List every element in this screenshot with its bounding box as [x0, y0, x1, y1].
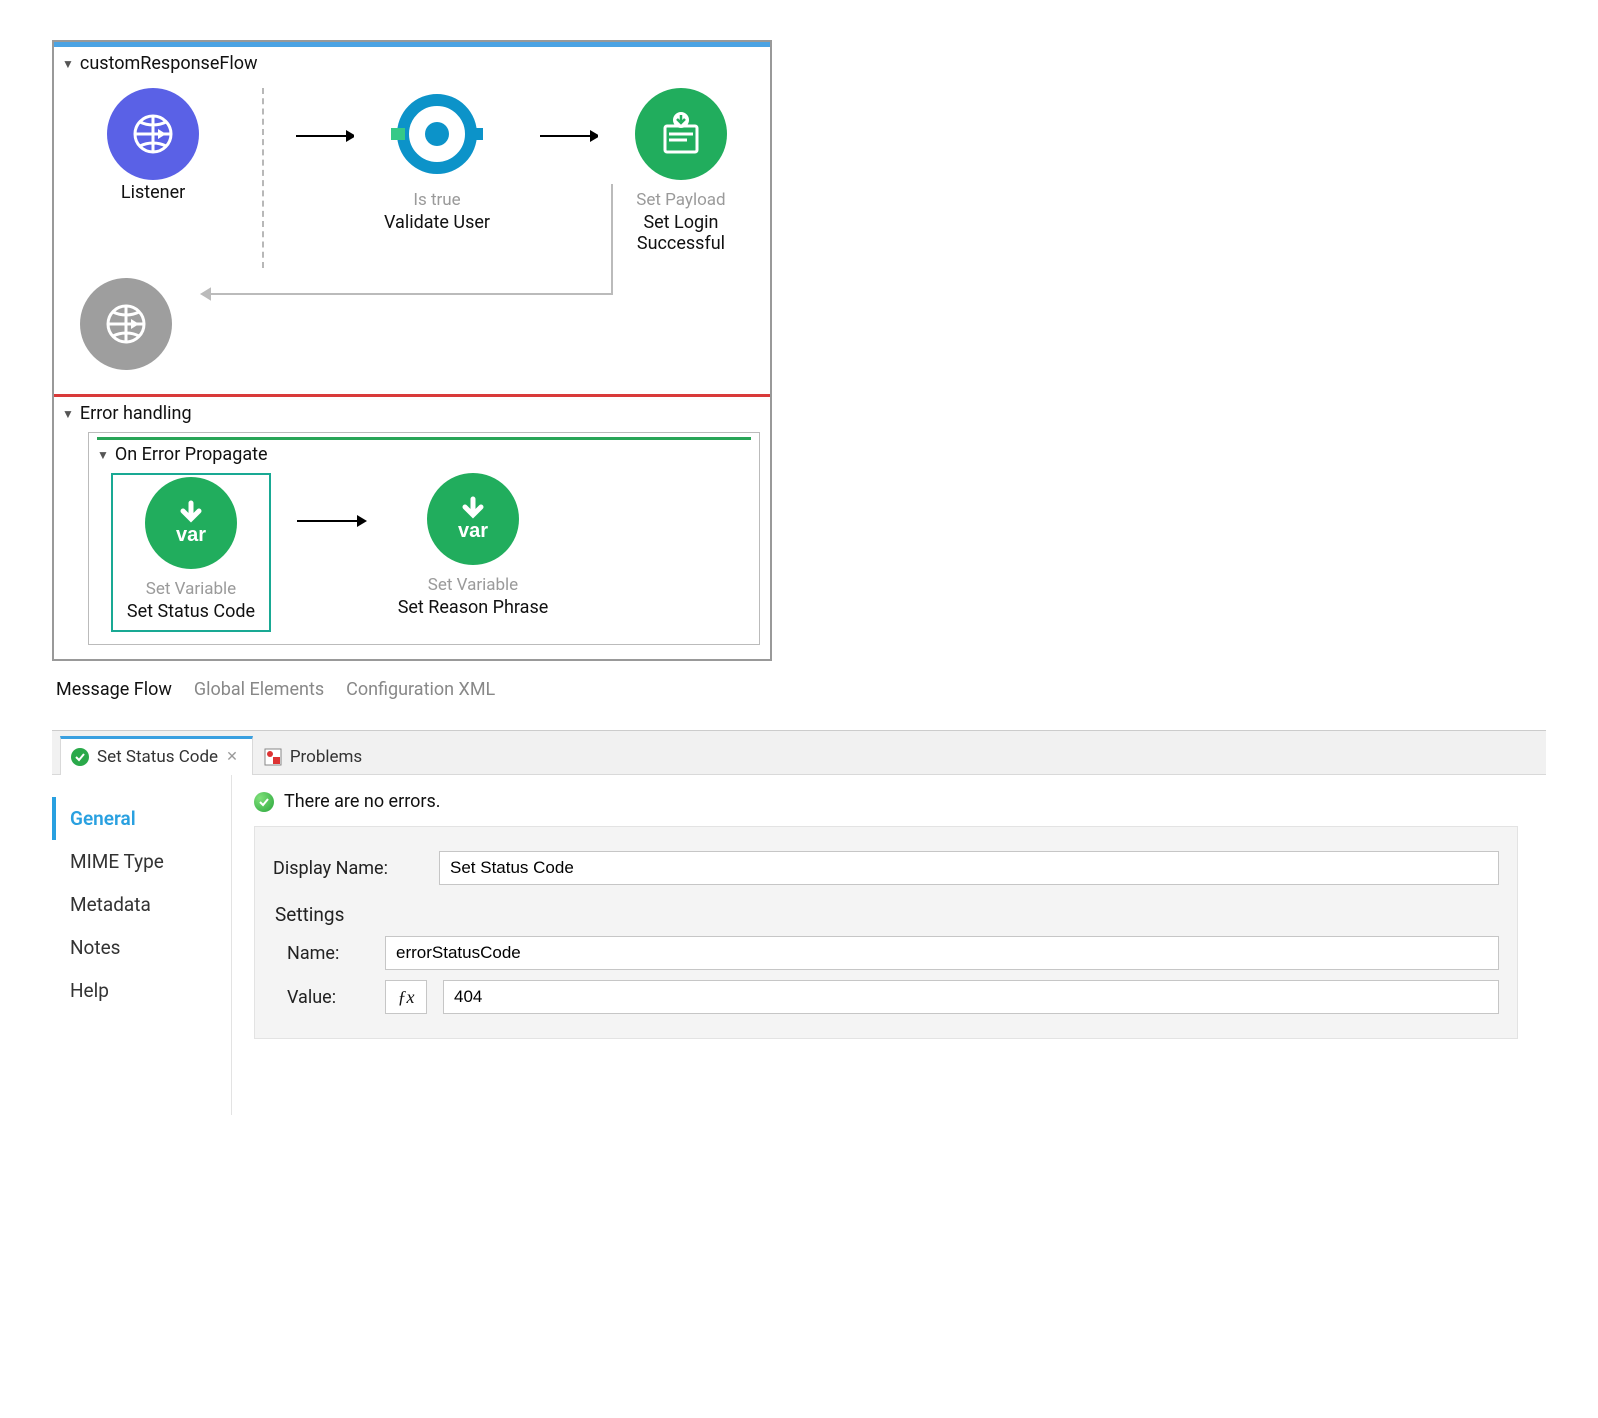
set-status-code-node[interactable]: var Set Variable Set Status Code — [111, 473, 271, 632]
nav-notes[interactable]: Notes — [52, 926, 231, 969]
value-label: Value: — [287, 987, 369, 1008]
fx-button[interactable]: ƒx — [385, 980, 427, 1014]
collapse-icon[interactable]: ▼ — [62, 407, 74, 421]
node-label: Set Login Successful — [604, 212, 758, 254]
properties-sidenav: General MIME Type Metadata Notes Help — [52, 775, 232, 1115]
set-variable-icon: var — [427, 473, 519, 565]
validation-status: There are no errors. — [254, 791, 1518, 812]
error-scope[interactable]: ▼ On Error Propagate var Set Variable Se… — [88, 432, 760, 645]
scope-title: On Error Propagate — [115, 444, 268, 465]
return-connector — [182, 184, 622, 304]
node-label: Set Reason Phrase — [398, 597, 549, 618]
problems-icon — [264, 748, 282, 766]
close-icon[interactable]: ✕ — [226, 749, 238, 765]
set-payload-icon — [635, 88, 727, 180]
properties-tab[interactable]: Set Status Code ✕ — [60, 736, 253, 775]
display-name-input[interactable] — [439, 851, 1499, 885]
name-label: Name: — [287, 943, 369, 964]
arrow-icon — [297, 511, 367, 531]
set-reason-phrase-node[interactable]: var Set Variable Set Reason Phrase — [393, 473, 553, 618]
nav-help[interactable]: Help — [52, 969, 231, 1012]
node-type: Set Variable — [428, 575, 518, 595]
http-listener-icon — [107, 88, 199, 180]
problems-tab[interactable]: Problems — [253, 738, 377, 775]
checkmark-icon — [71, 748, 89, 766]
svg-text:var: var — [458, 520, 488, 542]
flow-title[interactable]: ▼ customResponseFlow — [60, 51, 764, 80]
error-handling-header[interactable]: ▼ Error handling — [60, 401, 764, 430]
node-type: Set Variable — [146, 579, 236, 599]
validation-text: There are no errors. — [284, 791, 441, 812]
node-label: Listener — [121, 182, 185, 203]
ok-icon — [254, 792, 274, 812]
set-payload-node[interactable]: Set Payload Set Login Successful — [604, 88, 758, 254]
node-type: Set Payload — [636, 190, 725, 210]
editor-tabs: Message Flow Global Elements Configurati… — [52, 679, 1546, 700]
choice-icon — [391, 88, 483, 180]
panel-tabbar: Set Status Code ✕ Problems — [52, 731, 1546, 775]
tab-label: Problems — [290, 747, 362, 767]
response-node[interactable] — [80, 278, 172, 370]
arrow-icon — [540, 126, 598, 146]
name-input[interactable] — [385, 936, 1499, 970]
flow-name: customResponseFlow — [80, 53, 258, 74]
tab-message-flow[interactable]: Message Flow — [56, 679, 172, 700]
nav-metadata[interactable]: Metadata — [52, 883, 231, 926]
set-variable-icon: var — [145, 477, 237, 569]
http-response-icon — [80, 278, 172, 370]
tab-label: Set Status Code — [97, 747, 218, 767]
flow-canvas[interactable]: ▼ customResponseFlow Listener — [52, 40, 772, 661]
nav-mime[interactable]: MIME Type — [52, 840, 231, 883]
display-name-label: Display Name: — [273, 858, 423, 879]
collapse-icon[interactable]: ▼ — [97, 448, 109, 462]
svg-text:var: var — [176, 524, 206, 546]
tab-global-elements[interactable]: Global Elements — [194, 679, 324, 700]
value-input[interactable] — [443, 980, 1499, 1014]
tab-configuration-xml[interactable]: Configuration XML — [346, 679, 495, 700]
settings-group-title: Settings — [275, 903, 1499, 926]
node-label: Set Status Code — [127, 601, 255, 622]
nav-general[interactable]: General — [52, 797, 231, 840]
arrow-icon — [296, 126, 354, 146]
error-section-title: Error handling — [80, 403, 192, 424]
collapse-icon[interactable]: ▼ — [62, 57, 74, 71]
